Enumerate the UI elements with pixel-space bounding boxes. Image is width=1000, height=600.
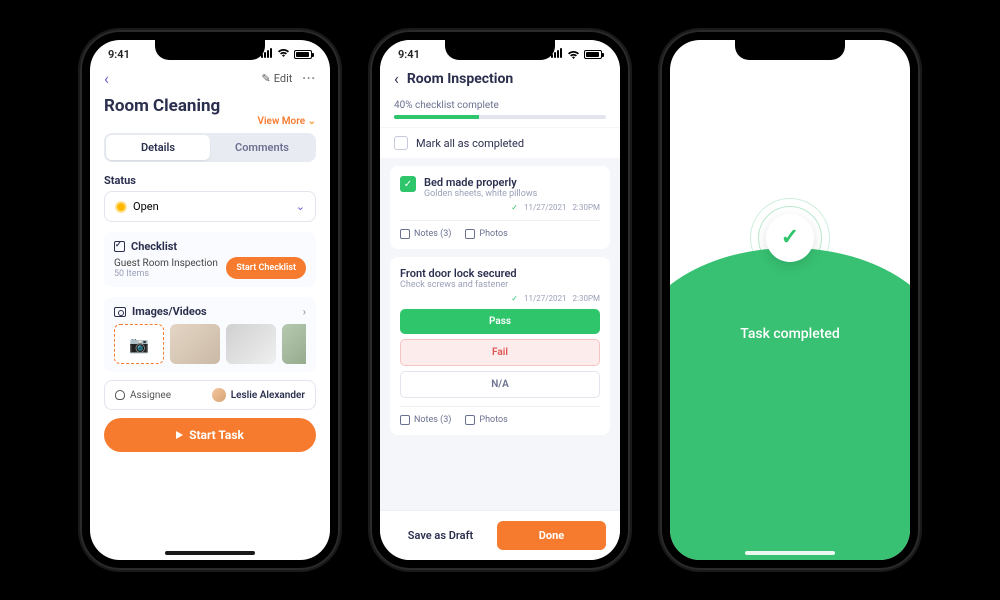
assignee-row[interactable]: Assignee Leslie Alexander xyxy=(104,380,316,410)
start-task-button[interactable]: Start Task xyxy=(104,418,316,452)
checkbox-icon[interactable] xyxy=(394,136,408,150)
photos-button[interactable]: Photos xyxy=(465,415,507,425)
home-indicator xyxy=(745,551,835,555)
success-badge: ✓ xyxy=(750,198,830,278)
page-title: Room Inspection xyxy=(407,71,513,87)
item-title: Front door lock secured xyxy=(400,267,600,280)
pencil-icon: ✎ xyxy=(262,72,271,85)
media-thumb[interactable] xyxy=(170,324,220,364)
media-section: Images/Videos › 📷 xyxy=(104,297,316,372)
segment-control: Details Comments xyxy=(104,133,316,162)
item-subtitle: Golden sheets, white pillows xyxy=(424,189,600,199)
notes-button[interactable]: Notes (3) xyxy=(400,415,451,425)
phone-inspection: 9:41 ‹ Room Inspection 40% checklist com… xyxy=(370,30,630,570)
camera-icon xyxy=(465,229,475,239)
mark-all-row[interactable]: Mark all as completed xyxy=(380,128,620,158)
tab-details[interactable]: Details xyxy=(106,135,210,160)
battery-icon xyxy=(584,50,602,59)
avatar xyxy=(212,388,226,402)
note-icon xyxy=(400,229,410,239)
checklist-section: Checklist Guest Room Inspection 50 Items… xyxy=(104,232,316,287)
clock: 9:41 xyxy=(108,48,130,61)
save-draft-button[interactable]: Save as Draft xyxy=(394,521,487,550)
media-thumb[interactable] xyxy=(226,324,276,364)
chevron-down-icon: ⌄ xyxy=(308,116,316,127)
status-dot-icon xyxy=(115,201,127,213)
checklist-icon xyxy=(114,241,125,252)
bottom-bar: Save as Draft Done xyxy=(380,510,620,560)
checkbox-checked-icon[interactable]: ✓ xyxy=(400,176,416,192)
clock: 9:41 xyxy=(398,48,420,61)
camera-icon xyxy=(114,307,126,317)
phone-task-detail: 9:41 ‹ ✎ Edit ··· Room Cleaning View Mor… xyxy=(80,30,340,570)
back-icon[interactable]: ‹ xyxy=(394,69,399,88)
note-icon xyxy=(400,415,410,425)
photos-button[interactable]: Photos xyxy=(465,229,507,239)
notes-button[interactable]: Notes (3) xyxy=(400,229,451,239)
success-background xyxy=(670,248,910,560)
chevron-right-icon[interactable]: › xyxy=(303,305,306,318)
completion-message: Task completed xyxy=(740,326,840,342)
status-select[interactable]: Open ⌄ xyxy=(104,191,316,222)
progress-section: 40% checklist complete xyxy=(380,94,620,127)
play-icon xyxy=(176,431,183,439)
more-icon[interactable]: ··· xyxy=(302,72,316,85)
item-time: 2:30PM xyxy=(573,203,600,212)
check-icon: ✓ xyxy=(511,294,518,303)
item-title: Bed made properly xyxy=(424,176,600,189)
progress-bar xyxy=(394,115,606,119)
checklist-name: Guest Room Inspection xyxy=(114,258,218,269)
pass-button[interactable]: Pass xyxy=(400,309,600,334)
start-checklist-button[interactable]: Start Checklist xyxy=(226,257,306,279)
checklist-item-completed: ✓ Bed made properly Golden sheets, white… xyxy=(390,166,610,249)
na-button[interactable]: N/A xyxy=(400,371,600,398)
progress-text: 40% checklist complete xyxy=(394,100,606,111)
phone-completion: ✓ Task completed xyxy=(660,30,920,570)
status-bar: 9:41 xyxy=(380,40,620,63)
checklist-item-open: Front door lock secured Check screws and… xyxy=(390,257,610,435)
fail-button[interactable]: Fail xyxy=(400,339,600,366)
status-bar: 9:41 xyxy=(90,40,330,63)
tab-comments[interactable]: Comments xyxy=(210,135,314,160)
checklist-count: 50 Items xyxy=(114,269,218,279)
home-indicator xyxy=(165,551,255,555)
check-icon: ✓ xyxy=(781,225,799,250)
item-date: 11/27/2021 xyxy=(524,294,567,303)
back-icon[interactable]: ‹ xyxy=(104,69,109,88)
status-label: Status xyxy=(90,168,330,191)
check-icon: ✓ xyxy=(511,203,518,212)
chevron-down-icon: ⌄ xyxy=(296,200,305,213)
camera-icon xyxy=(465,415,475,425)
add-media-button[interactable]: 📷 xyxy=(114,324,164,364)
item-date: 11/27/2021 xyxy=(524,203,567,212)
battery-icon xyxy=(294,50,312,59)
assignee-name: Leslie Alexander xyxy=(231,390,305,401)
edit-button[interactable]: ✎ Edit xyxy=(262,72,293,85)
media-thumb[interactable] xyxy=(282,324,306,364)
camera-add-icon: 📷 xyxy=(129,335,149,354)
status-value: Open xyxy=(133,200,159,213)
wifi-icon xyxy=(567,50,580,60)
item-time: 2:30PM xyxy=(573,294,600,303)
person-icon xyxy=(115,390,125,400)
status-indicators xyxy=(261,48,312,61)
item-subtitle: Check screws and fastener xyxy=(400,280,600,290)
status-indicators xyxy=(551,48,602,61)
view-more-link[interactable]: View More ⌄ xyxy=(90,116,330,127)
wifi-icon xyxy=(277,48,290,61)
done-button[interactable]: Done xyxy=(497,521,606,550)
page-title: Room Cleaning xyxy=(90,94,330,116)
